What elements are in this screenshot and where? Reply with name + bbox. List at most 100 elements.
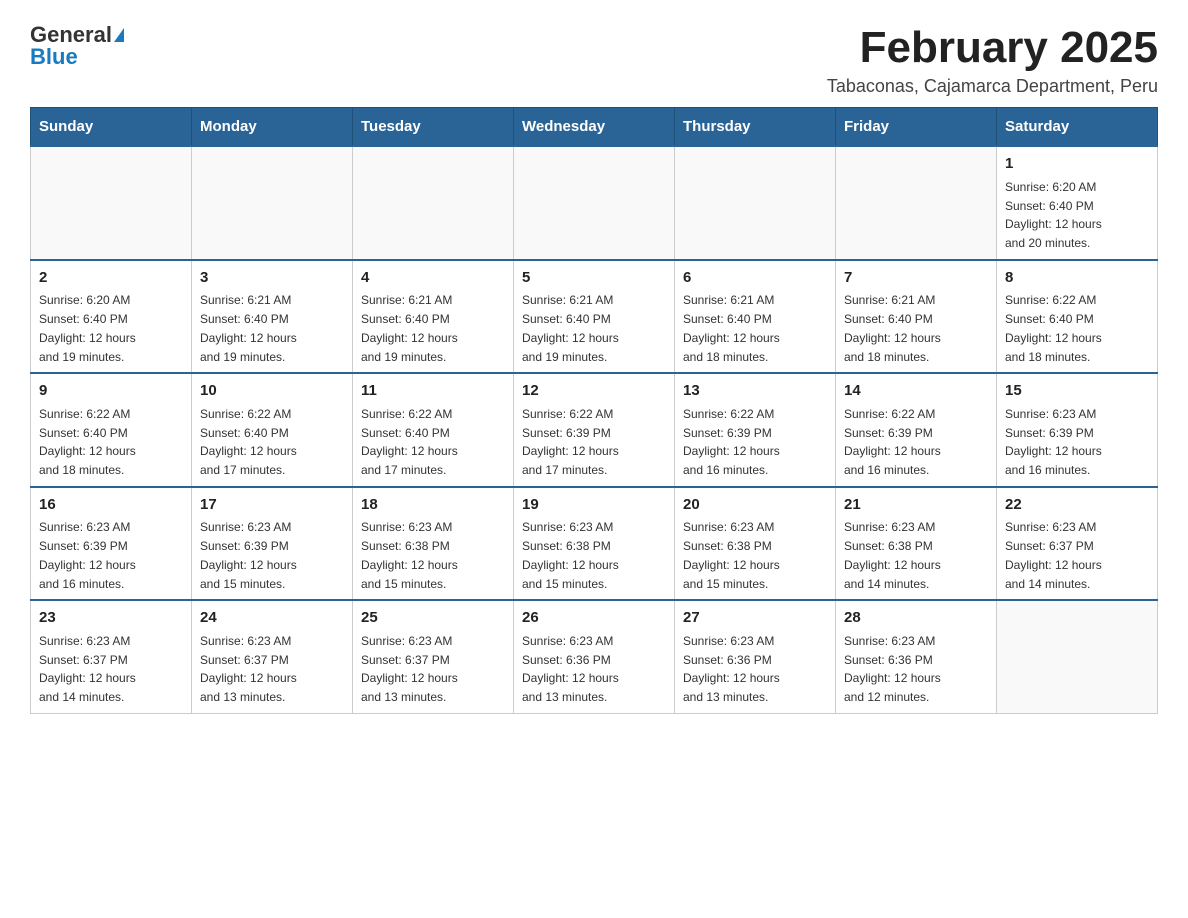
calendar-cell: 2Sunrise: 6:20 AM Sunset: 6:40 PM Daylig… (31, 260, 192, 374)
day-number: 11 (361, 380, 505, 403)
day-number: 18 (361, 494, 505, 517)
day-number: 28 (844, 607, 988, 630)
day-info: Sunrise: 6:21 AM Sunset: 6:40 PM Dayligh… (200, 293, 297, 363)
day-number: 25 (361, 607, 505, 630)
week-row-4: 16 Sunrise: 6:23 AM Sunset: 6:39 PM Dayli… (31, 487, 1158, 601)
day-info: Sunrise: 6:23 AM Sunset: 6:37 PM Dayligh… (200, 634, 297, 704)
day-number: 3 (200, 267, 344, 290)
weekday-header-friday: Friday (836, 108, 997, 147)
day-number: 12 (522, 380, 666, 403)
calendar-cell (31, 146, 192, 260)
day-info: Sunrise: 6:22 AM Sunset: 6:40 PM Dayligh… (1005, 293, 1102, 363)
day-number: 13 (683, 380, 827, 403)
day-number: 24 (200, 607, 344, 630)
weekday-header-thursday: Thursday (675, 108, 836, 147)
week-row-3: 9 Sunrise: 6:22 AM Sunset: 6:40 PM Daylig… (31, 373, 1158, 487)
day-info: Sunrise: 6:23 AM Sunset: 6:39 PM Dayligh… (1005, 407, 1102, 477)
calendar-cell: 19 Sunrise: 6:23 AM Sunset: 6:38 PM Dayli… (514, 487, 675, 601)
calendar-cell: 14 Sunrise: 6:22 AM Sunset: 6:39 PM Dayli… (836, 373, 997, 487)
day-info: Sunrise: 6:22 AM Sunset: 6:40 PM Dayligh… (200, 407, 297, 477)
weekday-header-saturday: Saturday (997, 108, 1158, 147)
calendar-cell: 7Sunrise: 6:21 AM Sunset: 6:40 PM Daylig… (836, 260, 997, 374)
day-info: Sunrise: 6:23 AM Sunset: 6:37 PM Dayligh… (39, 634, 136, 704)
weekday-header-tuesday: Tuesday (353, 108, 514, 147)
calendar-cell (836, 146, 997, 260)
day-number: 19 (522, 494, 666, 517)
calendar-cell (192, 146, 353, 260)
calendar-cell (353, 146, 514, 260)
calendar-cell: 27 Sunrise: 6:23 AM Sunset: 6:36 PM Dayli… (675, 600, 836, 713)
calendar-cell: 4 Sunrise: 6:21 AM Sunset: 6:40 PM Daylig… (353, 260, 514, 374)
logo-triangle-icon (114, 28, 124, 42)
day-info: Sunrise: 6:23 AM Sunset: 6:38 PM Dayligh… (522, 520, 619, 590)
day-number: 5 (522, 267, 666, 290)
calendar-cell: 20 Sunrise: 6:23 AM Sunset: 6:38 PM Dayli… (675, 487, 836, 601)
day-number: 14 (844, 380, 988, 403)
calendar-cell: 22 Sunrise: 6:23 AM Sunset: 6:37 PM Dayli… (997, 487, 1158, 601)
calendar-table: SundayMondayTuesdayWednesdayThursdayFrid… (30, 107, 1158, 714)
calendar-cell: 10Sunrise: 6:22 AM Sunset: 6:40 PM Dayli… (192, 373, 353, 487)
day-number: 7 (844, 267, 988, 290)
day-number: 16 (39, 494, 183, 517)
day-number: 20 (683, 494, 827, 517)
page-header: General Blue February 2025 Tabaconas, Ca… (30, 24, 1158, 97)
calendar-cell: 28 Sunrise: 6:23 AM Sunset: 6:36 PM Dayli… (836, 600, 997, 713)
week-row-1: 1Sunrise: 6:20 AM Sunset: 6:40 PM Daylig… (31, 146, 1158, 260)
location-subtitle: Tabaconas, Cajamarca Department, Peru (827, 76, 1158, 97)
calendar-cell: 6 Sunrise: 6:21 AM Sunset: 6:40 PM Daylig… (675, 260, 836, 374)
title-block: February 2025 Tabaconas, Cajamarca Depar… (827, 24, 1158, 97)
day-info: Sunrise: 6:20 AM Sunset: 6:40 PM Dayligh… (39, 293, 136, 363)
day-number: 9 (39, 380, 183, 403)
day-number: 1 (1005, 153, 1149, 176)
day-info: Sunrise: 6:23 AM Sunset: 6:36 PM Dayligh… (683, 634, 780, 704)
day-info: Sunrise: 6:23 AM Sunset: 6:36 PM Dayligh… (522, 634, 619, 704)
week-row-2: 2Sunrise: 6:20 AM Sunset: 6:40 PM Daylig… (31, 260, 1158, 374)
day-info: Sunrise: 6:21 AM Sunset: 6:40 PM Dayligh… (683, 293, 780, 363)
week-row-5: 23 Sunrise: 6:23 AM Sunset: 6:37 PM Dayli… (31, 600, 1158, 713)
logo-general-text: General (30, 24, 112, 46)
day-info: Sunrise: 6:21 AM Sunset: 6:40 PM Dayligh… (522, 293, 619, 363)
calendar-cell: 1Sunrise: 6:20 AM Sunset: 6:40 PM Daylig… (997, 146, 1158, 260)
day-number: 21 (844, 494, 988, 517)
calendar-cell (675, 146, 836, 260)
weekday-header-monday: Monday (192, 108, 353, 147)
month-year-title: February 2025 (827, 24, 1158, 72)
weekday-header-wednesday: Wednesday (514, 108, 675, 147)
day-info: Sunrise: 6:23 AM Sunset: 6:39 PM Dayligh… (200, 520, 297, 590)
day-number: 6 (683, 267, 827, 290)
calendar-cell: 17 Sunrise: 6:23 AM Sunset: 6:39 PM Dayli… (192, 487, 353, 601)
weekday-header-sunday: Sunday (31, 108, 192, 147)
day-number: 22 (1005, 494, 1149, 517)
calendar-cell: 25 Sunrise: 6:23 AM Sunset: 6:37 PM Dayli… (353, 600, 514, 713)
calendar-cell: 12Sunrise: 6:22 AM Sunset: 6:39 PM Dayli… (514, 373, 675, 487)
calendar-cell: 13Sunrise: 6:22 AM Sunset: 6:39 PM Dayli… (675, 373, 836, 487)
day-number: 4 (361, 267, 505, 290)
day-number: 17 (200, 494, 344, 517)
day-info: Sunrise: 6:23 AM Sunset: 6:37 PM Dayligh… (361, 634, 458, 704)
day-info: Sunrise: 6:23 AM Sunset: 6:37 PM Dayligh… (1005, 520, 1102, 590)
day-info: Sunrise: 6:23 AM Sunset: 6:36 PM Dayligh… (844, 634, 941, 704)
logo: General Blue (30, 24, 124, 68)
day-info: Sunrise: 6:23 AM Sunset: 6:38 PM Dayligh… (844, 520, 941, 590)
day-info: Sunrise: 6:23 AM Sunset: 6:38 PM Dayligh… (683, 520, 780, 590)
day-info: Sunrise: 6:21 AM Sunset: 6:40 PM Dayligh… (361, 293, 458, 363)
day-number: 23 (39, 607, 183, 630)
calendar-cell: 3 Sunrise: 6:21 AM Sunset: 6:40 PM Daylig… (192, 260, 353, 374)
calendar-cell: 24 Sunrise: 6:23 AM Sunset: 6:37 PM Dayli… (192, 600, 353, 713)
calendar-cell: 21 Sunrise: 6:23 AM Sunset: 6:38 PM Dayli… (836, 487, 997, 601)
calendar-cell: 18 Sunrise: 6:23 AM Sunset: 6:38 PM Dayli… (353, 487, 514, 601)
calendar-cell: 23 Sunrise: 6:23 AM Sunset: 6:37 PM Dayli… (31, 600, 192, 713)
calendar-cell: 5 Sunrise: 6:21 AM Sunset: 6:40 PM Daylig… (514, 260, 675, 374)
day-number: 26 (522, 607, 666, 630)
calendar-cell: 11Sunrise: 6:22 AM Sunset: 6:40 PM Dayli… (353, 373, 514, 487)
day-info: Sunrise: 6:23 AM Sunset: 6:38 PM Dayligh… (361, 520, 458, 590)
calendar-cell: 9 Sunrise: 6:22 AM Sunset: 6:40 PM Daylig… (31, 373, 192, 487)
calendar-cell: 16Sunrise: 6:23 AM Sunset: 6:39 PM Dayli… (31, 487, 192, 601)
day-number: 27 (683, 607, 827, 630)
calendar-cell: 15 Sunrise: 6:23 AM Sunset: 6:39 PM Dayli… (997, 373, 1158, 487)
weekday-header-row: SundayMondayTuesdayWednesdayThursdayFrid… (31, 108, 1158, 147)
day-info: Sunrise: 6:22 AM Sunset: 6:40 PM Dayligh… (39, 407, 136, 477)
logo-blue-text: Blue (30, 46, 78, 68)
day-info: Sunrise: 6:22 AM Sunset: 6:39 PM Dayligh… (844, 407, 941, 477)
day-number: 15 (1005, 380, 1149, 403)
